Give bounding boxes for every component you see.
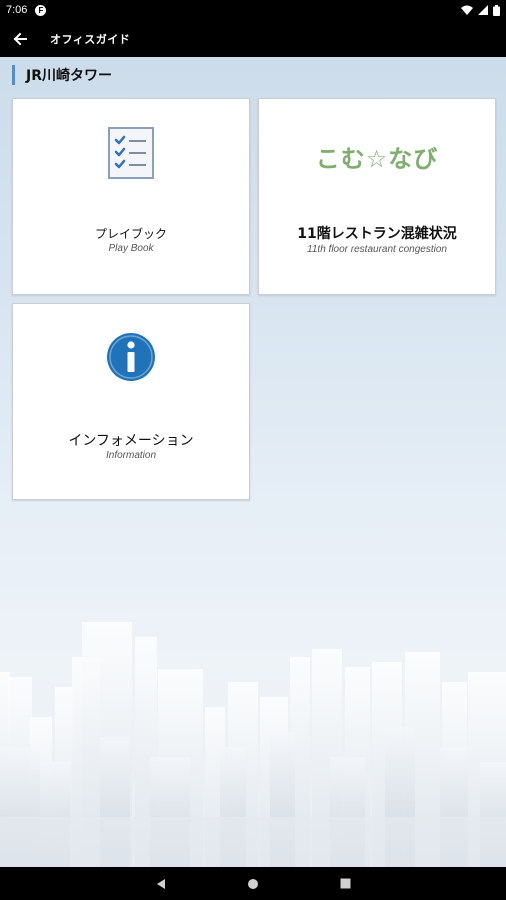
info-icon [13, 332, 249, 382]
app-title: オフィスガイド [50, 32, 131, 46]
tile-title: プレイブック [94, 227, 167, 241]
cellular-icon [478, 5, 488, 15]
battery-icon [493, 4, 500, 16]
back-button[interactable] [0, 20, 40, 57]
nav-home-button[interactable] [243, 874, 263, 894]
information-tile[interactable]: インフォメーション Information [12, 303, 250, 500]
square-recents-icon [340, 878, 350, 889]
triangle-back-icon [157, 878, 165, 889]
tile-title: インフォメーション [68, 433, 194, 449]
komunavi-logo-text: こむ☆なび [315, 145, 439, 173]
section-title: JR川崎タワー [26, 68, 112, 84]
status-time: 7:06 [6, 4, 28, 16]
tile-subtitle: Information [105, 450, 157, 461]
system-nav-bar [0, 867, 506, 900]
main-content[interactable]: JR川崎タワー プレイブック Play Book こむ☆なび 11階レストラン混… [0, 57, 506, 867]
status-bar: 7:06 F [0, 0, 506, 20]
playbook-tile[interactable]: プレイブック Play Book [12, 98, 250, 295]
nav-back-button[interactable] [151, 874, 171, 894]
tile-subtitle: Play Book [108, 243, 154, 254]
notification-icon: F [35, 4, 47, 16]
tile-title: 11階レストラン混雑状況 [297, 226, 457, 242]
komunavi-logo: こむ☆なび [259, 139, 495, 174]
section-header: JR川崎タワー [12, 65, 112, 85]
nav-recents-button[interactable] [335, 874, 355, 894]
checklist-icon [13, 127, 249, 179]
wifi-icon [461, 5, 473, 15]
app-bar: オフィスガイド [0, 20, 506, 57]
back-arrow-icon [13, 32, 27, 45]
circle-home-icon [248, 878, 258, 889]
tile-subtitle: 11th floor restaurant congestion [307, 244, 447, 255]
restaurant-congestion-tile[interactable]: こむ☆なび 11階レストラン混雑状況 11th floor restaurant… [258, 98, 496, 295]
